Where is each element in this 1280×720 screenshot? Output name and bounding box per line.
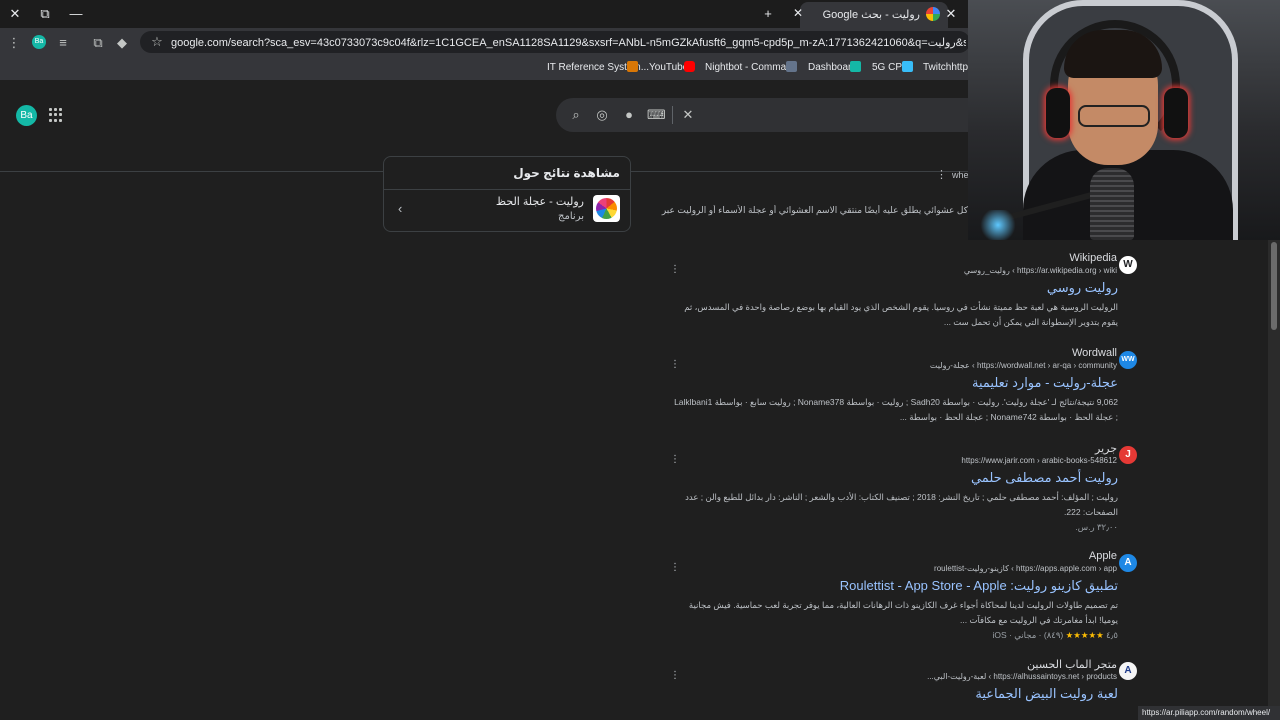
result-site-name[interactable]: Wikipedia <box>1069 252 1117 264</box>
more-options-icon[interactable]: ⋮ <box>670 562 680 573</box>
result-snippet: 9,062 نتيجة/نتائج لـ 'عجلة روليت'. روليت… <box>674 397 1118 422</box>
jarir-icon[interactable]: J <box>1119 446 1137 464</box>
more-options-icon[interactable]: ⋮ <box>670 359 680 370</box>
search-icon[interactable]: ⌕ <box>568 107 584 123</box>
headset-earcup-right <box>1164 88 1188 138</box>
result-price: ٣٢٫٠٠ ر.س. <box>1075 522 1118 532</box>
result-title-link[interactable]: لعبة روليت البيض الجماعية <box>670 686 1118 702</box>
more-options-icon[interactable]: ⋮ <box>936 168 947 181</box>
sidebar-toggle-icon[interactable]: ⋮ <box>5 34 23 52</box>
rating-value: ٤٫٥ <box>1106 630 1118 640</box>
result-snippet: الروليت الروسية هي لعبة حظ مميتة نشأت في… <box>684 302 1118 327</box>
google-favicon-icon <box>926 7 940 21</box>
wikipedia-icon[interactable]: W <box>1119 256 1137 274</box>
bookmark-star-icon[interactable]: ☆ <box>148 33 166 51</box>
result-title-link[interactable]: روليت روسي <box>670 280 1118 296</box>
tab-google-search[interactable]: ✕ روليت - بحث Google <box>793 2 948 28</box>
search-result: W Wikipedia https://ar.wikipedia.org › w… <box>670 250 1137 330</box>
5g-cpe-icon <box>902 61 913 72</box>
about-panel-divider <box>384 189 630 190</box>
scrollbar-thumb[interactable] <box>1271 242 1277 330</box>
about-panel-heading: مشاهدة نتائج حول <box>513 166 620 180</box>
search-result: WW Wordwall https://wordwall.net › ar-qa… <box>670 345 1137 425</box>
result-url[interactable]: https://ar.wikipedia.org › wiki › روليت_… <box>964 266 1117 275</box>
webcam-overlay <box>968 0 1280 240</box>
dashboard-icon <box>850 61 861 72</box>
about-entity-subtitle: برنامج <box>558 211 584 222</box>
alhussain-toys-icon[interactable]: A <box>1119 662 1137 680</box>
page-scrollbar[interactable] <box>1268 238 1280 720</box>
search-result: J جرير https://www.jarir.com › arabic-bo… <box>670 440 1137 533</box>
microphone-icon[interactable]: ● <box>621 107 637 123</box>
tab-title: روليت - بحث Google <box>822 9 920 21</box>
about-entity-title[interactable]: روليت - عجلة الحظ <box>496 195 584 208</box>
more-options-icon[interactable]: ⋮ <box>670 670 680 681</box>
light-glow <box>978 210 1018 240</box>
app-store-icon[interactable]: A <box>1119 554 1137 572</box>
status-bar-url: https://ar.piliapp.com/random/wheel/ <box>1138 706 1280 720</box>
clear-search-icon[interactable]: ✕ <box>680 107 696 123</box>
more-options-icon[interactable]: ⋮ <box>670 454 680 465</box>
wordwall-icon[interactable]: WW <box>1119 351 1137 369</box>
glasses-icon <box>1078 105 1150 127</box>
chevron-left-icon[interactable]: ‹ <box>398 201 402 216</box>
more-options-icon[interactable]: ⋮ <box>670 264 680 275</box>
reading-list-icon[interactable]: ≡ <box>54 34 72 52</box>
tab-close-icon[interactable]: ✕ <box>790 5 806 21</box>
google-account-avatar[interactable]: Ba <box>16 105 37 126</box>
bookmark-youtube[interactable]: YouTube <box>649 62 688 73</box>
result-snippet: روليت ; المؤلف: أحمد مصطفى حلمي ; تاريخ … <box>685 492 1118 517</box>
restore-window-icon[interactable]: ⧉ <box>34 4 56 24</box>
result-title-link[interactable]: تطبيق كازينو روليت: Roulettist - App Sto… <box>670 578 1118 594</box>
rating-details: (٨٤٩) · مجاني · iOS <box>992 630 1064 640</box>
youtube-icon <box>684 61 695 72</box>
new-tab-button[interactable]: + <box>757 4 779 24</box>
shield-icon[interactable]: ◆ <box>113 34 131 52</box>
extensions-icon[interactable]: ⧉ <box>89 34 107 52</box>
keyboard-icon[interactable]: ⌨ <box>647 107 666 123</box>
result-title-link[interactable]: عجلة-روليت - موارد تعليمية <box>670 375 1118 391</box>
search-result: A Apple https://apps.apple.com › app › ك… <box>670 548 1137 641</box>
result-url[interactable]: https://wordwall.net › ar-qa › community… <box>930 361 1117 370</box>
microphone-icon <box>1090 168 1134 240</box>
see-results-about-panel: مشاهدة نتائج حول روليت - عجلة الحظ برنام… <box>383 156 631 232</box>
search-results: W Wikipedia https://ar.wikipedia.org › w… <box>670 250 1137 717</box>
partial-result-snippet: كل عشوائي يطلق عليه أيضًا منتقي الاسم ال… <box>661 205 968 215</box>
other-tab-close-icon[interactable]: ✕ <box>940 4 962 24</box>
result-url[interactable]: https://alhussaintoys.net › products › ل… <box>927 672 1117 681</box>
it-reference-icon <box>627 61 638 72</box>
result-site-name[interactable]: متجر الماب الحسين <box>1027 658 1117 671</box>
streamer-hair <box>1064 30 1162 78</box>
result-snippet: تم تصميم طاولات الروليت لدينا لمحاكاة أج… <box>688 600 1118 625</box>
result-rating: ٤٫٥ ★★★★★ (٨٤٩) · مجاني · iOS <box>670 630 1118 641</box>
search-box[interactable]: ⌕ ◎ ● ⌨ ✕ <box>556 98 976 132</box>
minimize-window-icon[interactable]: — <box>65 4 87 24</box>
nightbot-icon <box>786 61 797 72</box>
result-site-name[interactable]: جرير <box>1095 442 1117 455</box>
google-apps-icon[interactable] <box>49 108 63 122</box>
partial-result-site[interactable]: whe <box>952 170 969 180</box>
rating-stars-icon: ★★★★★ <box>1065 630 1104 640</box>
close-window-icon[interactable]: ✕ <box>4 4 26 24</box>
result-site-name[interactable]: Apple <box>1089 550 1117 562</box>
profile-avatar[interactable]: Ba <box>32 35 46 49</box>
search-divider <box>672 106 673 124</box>
bookmark-nightbot[interactable]: Nightbot - Comma... <box>705 62 794 73</box>
result-site-name[interactable]: Wordwall <box>1072 347 1117 359</box>
address-url[interactable]: google.com/search?sca_esv=43c0733073c9c0… <box>171 36 966 49</box>
address-bar[interactable]: ☆ google.com/search?sca_esv=43c0733073c9… <box>140 31 970 53</box>
result-url[interactable]: https://apps.apple.com › app › كازينو-رو… <box>934 564 1117 573</box>
headset-earcup-left <box>1046 88 1070 138</box>
result-url[interactable]: https://www.jarir.com › arabic-books-548… <box>961 456 1117 465</box>
lens-icon[interactable]: ◎ <box>594 107 610 123</box>
search-result: A متجر الماب الحسين https://alhussaintoy… <box>670 656 1137 702</box>
result-title-link[interactable]: روليت أحمد مصطفى حلمي <box>670 470 1118 486</box>
